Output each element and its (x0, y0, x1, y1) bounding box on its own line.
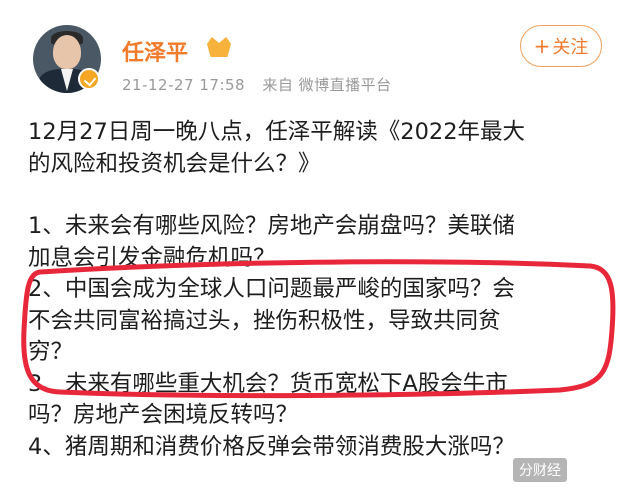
follow-button[interactable]: + 关注 (520, 25, 602, 67)
post-body: 12月27日周一晚八点，任泽平解读《2022年最大 的风险和投资机会是什么？》 … (28, 117, 618, 463)
question-2-line: 2、中国会成为全球人口问题最严峻的国家吗？会 (28, 276, 515, 302)
post-source: 来自 微博直播平台 (262, 76, 392, 94)
post-header: 任泽平 21-12-27 17:58 来自 微博直播平台 + 关注 (0, 0, 641, 110)
question-3-line: 3、未来有哪些重大机会？货币宽松下A股会牛市 (28, 370, 508, 397)
watermark: 分财经 (513, 458, 567, 482)
author-name[interactable]: 任泽平 (122, 35, 188, 67)
verified-badge-icon (78, 68, 100, 90)
post-meta: 21-12-27 17:58 来自 微博直播平台 (122, 74, 404, 95)
crown-vip-icon (207, 37, 231, 57)
question-2-line: 穷？ (28, 339, 74, 365)
avatar-face (53, 35, 81, 69)
plus-icon: + (533, 34, 551, 58)
question-2-line: 不会共同富裕搞过头，挫伤积极性，导致共同贫 (28, 307, 501, 334)
intro-line: 12月27日周一晚八点，任泽平解读《2022年最大 (28, 119, 526, 145)
question-3-line: 吗？房地产会困境反转吗？ (28, 402, 299, 428)
question-1-line: 加息会引发金融危机吗？ (28, 244, 276, 271)
intro-line: 的风险和投资机会是什么？》 (28, 150, 321, 177)
question-1-line: 1、未来会有哪些风险？房地产会崩盘吗？美联储 (28, 213, 515, 239)
post-timestamp: 21-12-27 17:58 (122, 76, 246, 94)
follow-label: 关注 (552, 37, 589, 58)
